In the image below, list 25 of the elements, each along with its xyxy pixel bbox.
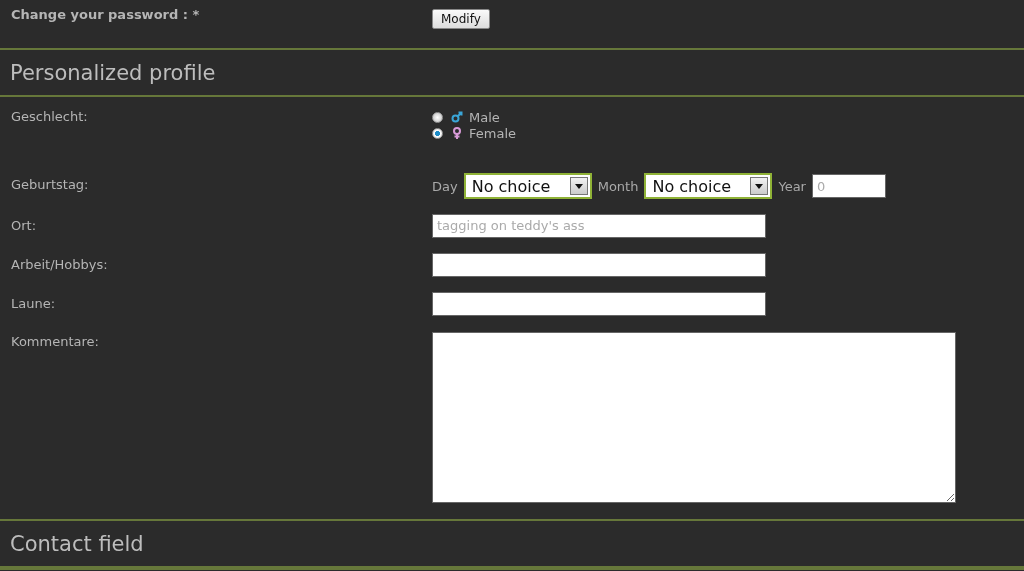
input-field[interactable]: tagging on teddy's ass [432, 213, 766, 238]
section-heading: Contact field [10, 531, 144, 556]
field-label: Kommentare: [11, 334, 100, 350]
option-label: Female [469, 125, 516, 141]
option-label: Male [469, 109, 500, 125]
field-label: Change your password : * [11, 7, 201, 23]
field-label: Month [597, 178, 639, 194]
field-label: Year [778, 178, 806, 194]
field-label: Day [432, 178, 458, 194]
input-field[interactable] [432, 291, 766, 316]
field-label: Ort: [11, 217, 38, 234]
field-label: Geschlecht: [11, 109, 89, 126]
modify-button[interactable]: Modify [432, 9, 490, 29]
field-label: Laune: [11, 295, 57, 312]
male-symbol-icon [451, 111, 463, 123]
dropdown[interactable]: No choice [463, 173, 592, 199]
radio-button[interactable] [432, 127, 443, 139]
field-label: Arbeit/Hobbys: [11, 256, 109, 273]
input-field[interactable] [432, 252, 766, 277]
dropdown[interactable]: No choice [644, 173, 773, 199]
input-field[interactable]: 0 [811, 174, 886, 198]
section-heading: Personalized profile [10, 60, 216, 85]
female-symbol-icon [451, 127, 463, 139]
radio-button[interactable] [432, 111, 443, 123]
field-label: Geburtstag: [11, 176, 90, 193]
